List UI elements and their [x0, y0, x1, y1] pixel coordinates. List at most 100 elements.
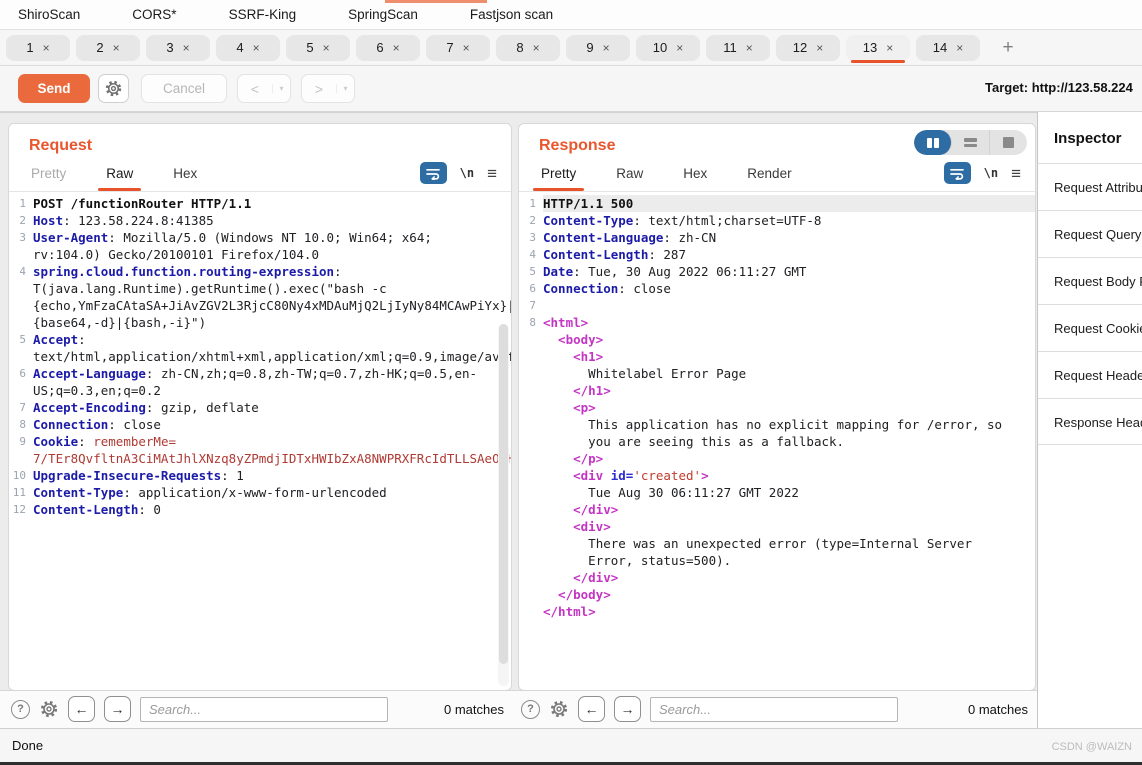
response-editor[interactable]: 1HTTP/1.1 5002Content-Type: text/html;ch…: [519, 192, 1035, 689]
close-icon[interactable]: ×: [746, 41, 753, 55]
close-icon[interactable]: ×: [956, 41, 963, 55]
forward-dropdown-icon[interactable]: ▾: [336, 84, 354, 93]
forward-chevron-icon: >: [302, 81, 336, 97]
close-icon[interactable]: ×: [43, 41, 50, 55]
repeater-tab-13[interactable]: 13×: [846, 35, 910, 61]
repeater-tab-6[interactable]: 6×: [356, 35, 420, 61]
repeater-tab-12[interactable]: 12×: [776, 35, 840, 61]
tab-pretty[interactable]: Pretty: [539, 166, 578, 191]
help-icon[interactable]: ?: [521, 700, 540, 719]
watermark-text: CSDN @WAIZN: [1052, 741, 1132, 753]
repeater-tab-8[interactable]: 8×: [496, 35, 560, 61]
columns-layout-icon: [927, 138, 939, 148]
menu-tab-cors-[interactable]: CORS*: [132, 7, 176, 22]
tab-number: 1: [26, 40, 33, 55]
line-content: Connection: close: [543, 280, 1035, 297]
tab-raw[interactable]: Raw: [614, 166, 645, 191]
repeater-tab-5[interactable]: 5×: [286, 35, 350, 61]
line-number: [519, 586, 543, 603]
close-icon[interactable]: ×: [886, 41, 893, 55]
inspector-section-request-headers[interactable]: Request Headers: [1038, 351, 1142, 398]
repeater-tab-1[interactable]: 1×: [6, 35, 70, 61]
repeater-tab-11[interactable]: 11×: [706, 35, 770, 61]
response-search-input[interactable]: [650, 697, 898, 722]
editor-line: 6Accept-Language: zh-CN,zh;q=0.8,zh-TW;q…: [9, 365, 511, 399]
close-icon[interactable]: ×: [603, 41, 610, 55]
request-editor[interactable]: 1POST /functionRouter HTTP/1.12Host: 123…: [9, 192, 511, 689]
show-newlines-toggle[interactable]: \n: [984, 166, 998, 180]
search-settings-gear-icon[interactable]: [39, 699, 59, 719]
search-settings-gear-icon[interactable]: [549, 699, 569, 719]
repeater-tab-14[interactable]: 14 ×: [916, 35, 980, 61]
line-number: [519, 603, 543, 620]
inspector-section-request-query-parameters[interactable]: Request Query Parameters: [1038, 210, 1142, 257]
repeater-tab-4[interactable]: 4×: [216, 35, 280, 61]
line-number: 8: [519, 314, 543, 331]
close-icon[interactable]: ×: [113, 41, 120, 55]
tab-number: 14: [933, 40, 947, 55]
inspector-title: Inspector: [1038, 112, 1142, 163]
close-icon[interactable]: ×: [183, 41, 190, 55]
tab-pretty[interactable]: Pretty: [29, 166, 68, 191]
request-search-input[interactable]: [140, 697, 388, 722]
help-icon[interactable]: ?: [11, 700, 30, 719]
editor-menu-icon[interactable]: ≡: [1011, 165, 1021, 182]
close-icon[interactable]: ×: [323, 41, 330, 55]
editor-line: 4spring.cloud.function.routing-expressio…: [9, 263, 511, 331]
close-icon[interactable]: ×: [676, 41, 683, 55]
response-subtabs: Pretty Raw Hex Render \n ≡: [519, 155, 1035, 192]
search-next-button[interactable]: →: [104, 696, 131, 722]
menu-tab-ssrf-king[interactable]: SSRF-King: [229, 7, 297, 22]
close-icon[interactable]: ×: [816, 41, 823, 55]
columns-layout-button[interactable]: [914, 130, 952, 155]
line-content: Content-Length: 0: [33, 501, 511, 518]
tab-raw[interactable]: Raw: [104, 166, 135, 191]
tab-hex[interactable]: Hex: [171, 166, 199, 191]
search-previous-button[interactable]: ←: [578, 696, 605, 722]
repeater-tab-9[interactable]: 9×: [566, 35, 630, 61]
cancel-button[interactable]: Cancel: [141, 74, 227, 103]
close-icon[interactable]: ×: [393, 41, 400, 55]
inspector-section-request-body-parameters[interactable]: Request Body Parameters: [1038, 257, 1142, 304]
request-scrollbar[interactable]: [498, 324, 509, 686]
menu-tab-fastjson-scan[interactable]: Fastjson scan: [470, 7, 553, 22]
repeater-tab-10[interactable]: 10×: [636, 35, 700, 61]
single-layout-button[interactable]: [990, 130, 1027, 155]
close-icon[interactable]: ×: [463, 41, 470, 55]
extensions-menu-bar: ShiroScan CORS* SSRF-King SpringScan Fastjso…: [0, 0, 1142, 30]
show-newlines-toggle[interactable]: \n: [460, 166, 474, 180]
menu-tab-shiroscan[interactable]: ShiroScan: [18, 7, 80, 22]
menu-tab-springscan[interactable]: SpringScan: [348, 7, 418, 22]
line-number: 5: [519, 263, 543, 280]
tab-hex[interactable]: Hex: [681, 166, 709, 191]
editor-menu-icon[interactable]: ≡: [487, 165, 497, 182]
inspector-section-response-headers[interactable]: Response Headers: [1038, 398, 1142, 445]
single-layout-icon: [1003, 137, 1014, 148]
send-settings-button[interactable]: [98, 74, 129, 103]
forward-button[interactable]: > ▾: [301, 74, 355, 103]
search-next-button[interactable]: →: [614, 696, 641, 722]
tab-number: 2: [96, 40, 103, 55]
back-dropdown-icon[interactable]: ▾: [272, 84, 290, 93]
back-button[interactable]: < ▾: [237, 74, 291, 103]
repeater-tab-2[interactable]: 2×: [76, 35, 140, 61]
tab-render[interactable]: Render: [745, 166, 793, 191]
line-content: spring.cloud.function.routing-expression…: [33, 263, 511, 331]
line-content: </div>: [543, 501, 1035, 518]
repeater-tab-7[interactable]: 7×: [426, 35, 490, 61]
close-icon[interactable]: ×: [253, 41, 260, 55]
response-search-matches: 0 matches: [968, 702, 1028, 717]
request-scrollbar-thumb[interactable]: [499, 324, 508, 664]
request-search-matches: 0 matches: [444, 702, 504, 717]
close-icon[interactable]: ×: [533, 41, 540, 55]
rows-layout-button[interactable]: [952, 130, 990, 155]
line-content: </p>: [543, 450, 1035, 467]
inspector-section-request-cookies[interactable]: Request Cookies: [1038, 304, 1142, 351]
inspector-section-request-attributes[interactable]: Request Attributes: [1038, 163, 1142, 210]
repeater-tab-3[interactable]: 3×: [146, 35, 210, 61]
send-button[interactable]: Send: [18, 74, 90, 103]
word-wrap-toggle-button[interactable]: [420, 162, 447, 184]
word-wrap-toggle-button[interactable]: [944, 162, 971, 184]
search-previous-button[interactable]: ←: [68, 696, 95, 722]
new-tab-button[interactable]: +: [996, 37, 1020, 59]
